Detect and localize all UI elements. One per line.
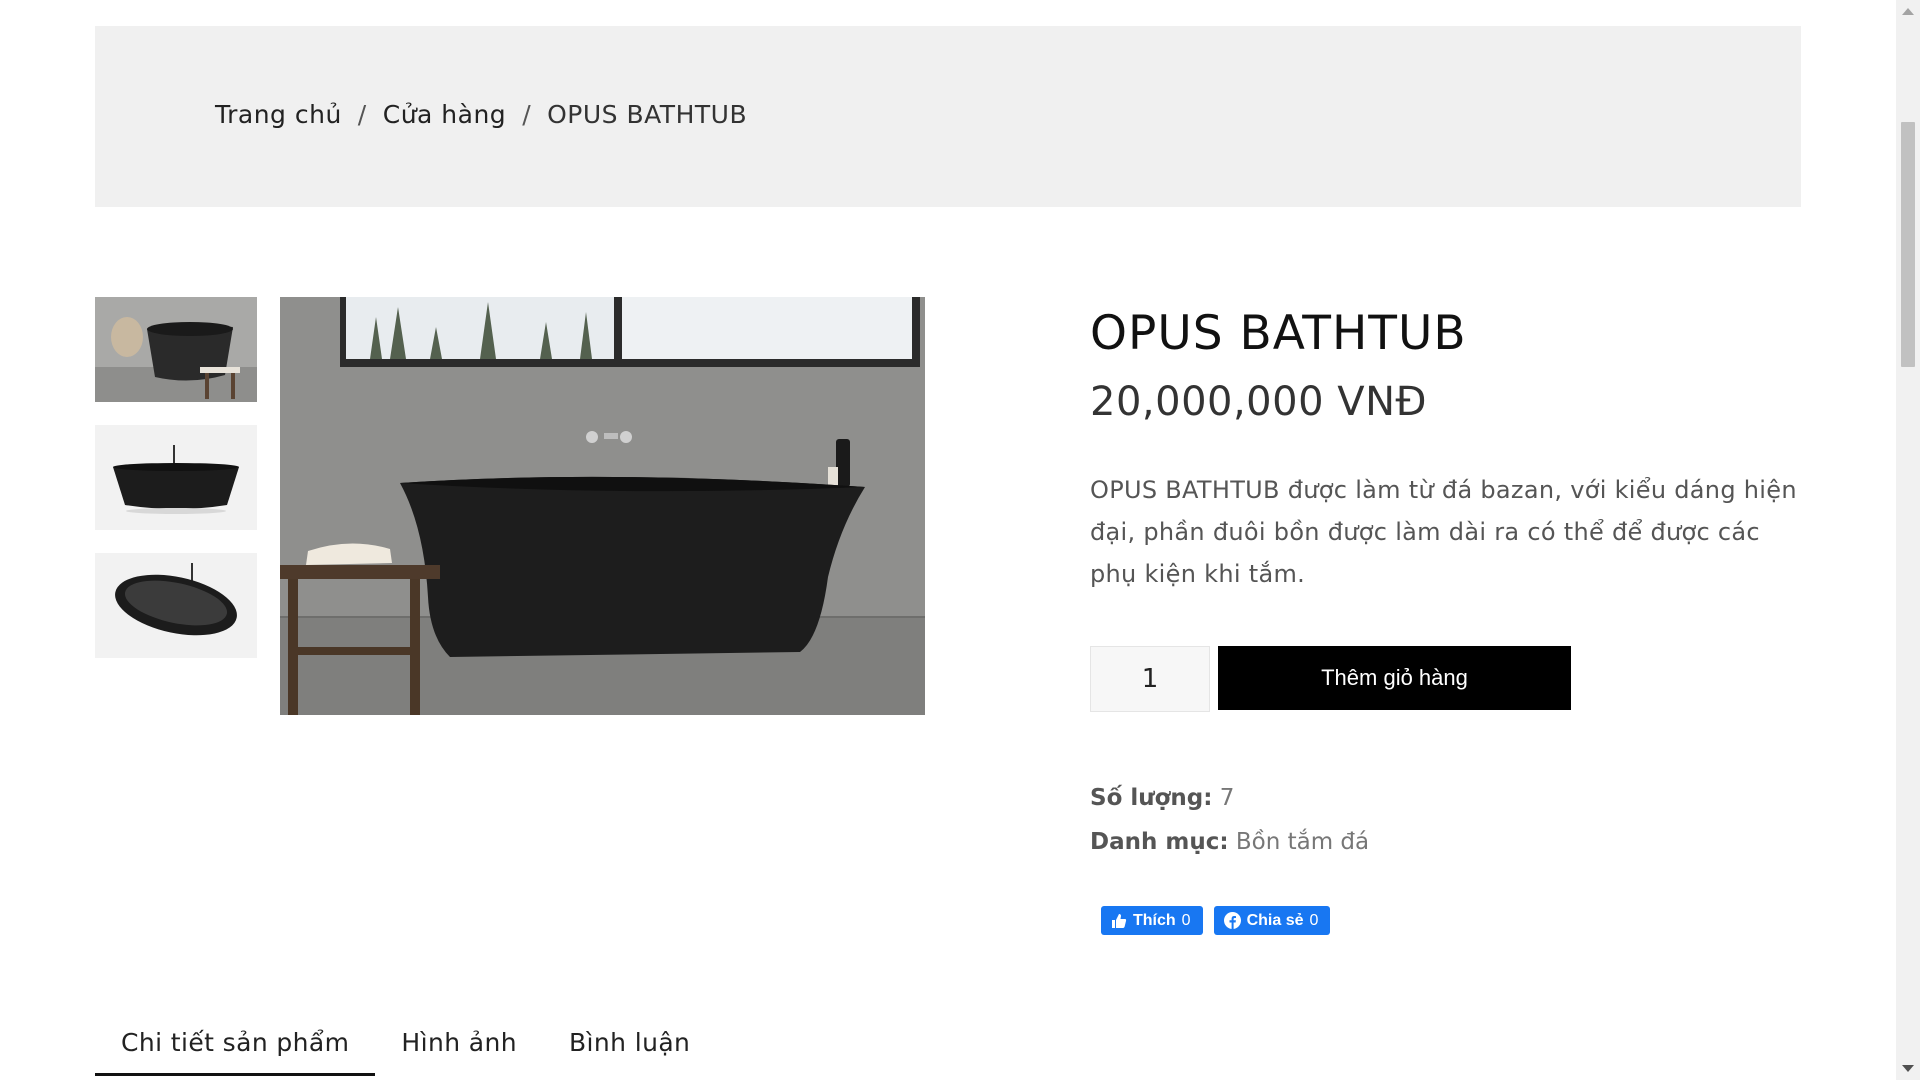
bathtub-side-thumbnail-image <box>95 425 257 530</box>
share-count: 0 <box>1309 911 1319 929</box>
breadcrumb-banner: Trang chủ / Cửa hàng / OPUS BATHTUB <box>95 26 1801 207</box>
thumbnail-2[interactable] <box>95 425 257 530</box>
product-tabs: Chi tiết sản phẩm Hình ảnh Bình luận <box>95 1018 716 1076</box>
share-label: Chia sẻ <box>1246 911 1304 929</box>
vertical-scrollbar[interactable] <box>1896 0 1920 1080</box>
tab-reviews[interactable]: Bình luận <box>543 1018 716 1076</box>
category-label: Danh mục: <box>1090 829 1229 855</box>
thumbnail-1[interactable] <box>95 297 257 402</box>
tab-images[interactable]: Hình ảnh <box>375 1018 543 1076</box>
scrollbar-thumb[interactable] <box>1901 122 1915 367</box>
thumbnail-3[interactable] <box>95 553 257 658</box>
bathtub-main-image <box>280 297 925 715</box>
breadcrumb-shop-link[interactable]: Cửa hàng <box>383 100 506 129</box>
stock-value: 7 <box>1219 785 1235 811</box>
bathtub-thumbnail-image <box>95 297 257 402</box>
product-description: OPUS BATHTUB được làm từ đá bazan, với k… <box>1090 476 1797 588</box>
product-price: 20,000,000 VNĐ <box>1090 379 1428 425</box>
breadcrumb-separator: / <box>357 100 367 129</box>
product-title: OPUS BATHTUB <box>1090 306 1467 361</box>
like-count: 0 <box>1181 911 1191 929</box>
tab-product-details[interactable]: Chi tiết sản phẩm <box>95 1018 376 1076</box>
quantity-input[interactable] <box>1090 646 1210 712</box>
category-value[interactable]: Bồn tắm đá <box>1236 829 1369 855</box>
main-product-image[interactable] <box>280 297 925 715</box>
scroll-down-arrow-icon[interactable] <box>1902 1065 1914 1072</box>
like-label: Thích <box>1133 911 1176 929</box>
scroll-up-arrow-icon[interactable] <box>1902 8 1914 15</box>
stock-label: Số lượng: <box>1090 785 1213 811</box>
breadcrumb-current: OPUS BATHTUB <box>547 100 748 129</box>
social-buttons: Thích 0 Chia sẻ 0 <box>1101 906 1331 935</box>
add-to-cart-button[interactable]: Thêm giỏ hàng <box>1218 646 1571 710</box>
facebook-icon <box>1223 912 1241 929</box>
facebook-like-button[interactable]: Thích 0 <box>1101 906 1203 935</box>
breadcrumb-home-link[interactable]: Trang chủ <box>215 100 342 129</box>
product-info: OPUS BATHTUB 20,000,000 VNĐ OPUS BATHTUB… <box>1090 300 1810 595</box>
product-thumbnails <box>95 297 257 681</box>
stock-row: Số lượng: 7 <box>1090 776 1369 820</box>
breadcrumb-separator: / <box>522 100 532 129</box>
category-row: Danh mục: Bồn tắm đá <box>1090 820 1369 864</box>
thumbs-up-icon <box>1112 913 1127 928</box>
breadcrumb: Trang chủ / Cửa hàng / OPUS BATHTUB <box>215 100 747 129</box>
product-meta: Số lượng: 7 Danh mục: Bồn tắm đá <box>1090 776 1369 864</box>
facebook-share-button[interactable]: Chia sẻ 0 <box>1213 906 1331 935</box>
bathtub-top-thumbnail-image <box>95 553 257 658</box>
add-to-cart-row: Thêm giỏ hàng <box>1090 646 1571 712</box>
